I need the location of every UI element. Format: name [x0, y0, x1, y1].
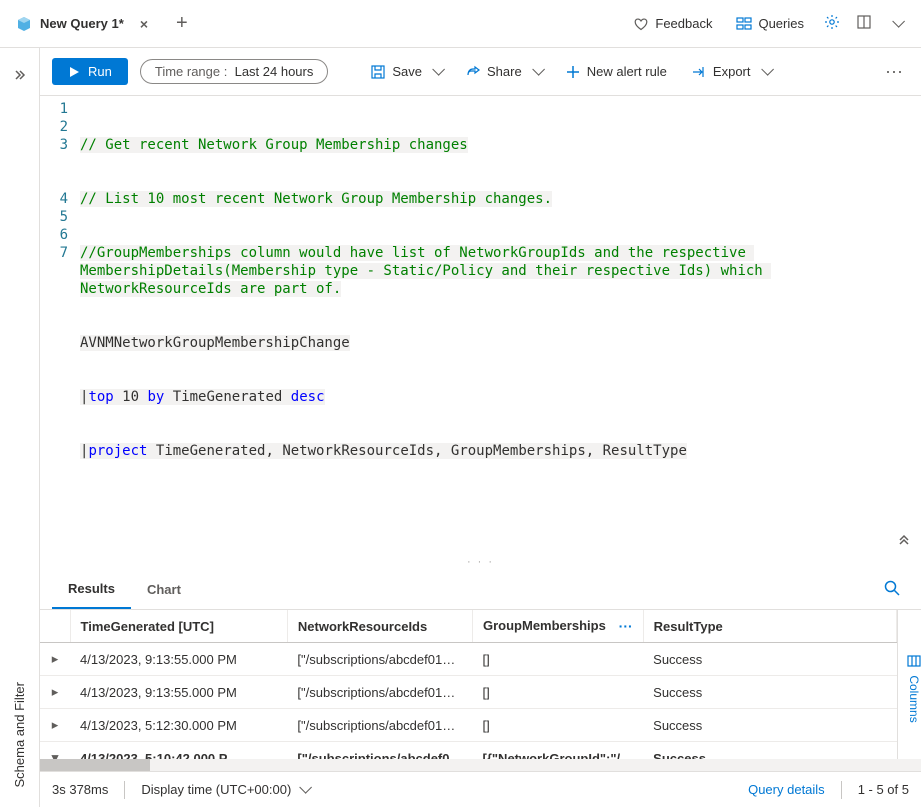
table-row[interactable]: ▾ 4/13/2023, 5:10:42.000 P… ["/subscript…	[40, 742, 897, 760]
more-button[interactable]: ···	[879, 61, 909, 82]
gear-icon	[824, 14, 840, 30]
expand-sidebar-button[interactable]	[13, 68, 27, 85]
col-networkresourceids[interactable]: NetworkResourceIds	[287, 610, 472, 643]
share-button[interactable]: Share	[459, 64, 547, 80]
close-tab-icon[interactable]: ×	[140, 16, 148, 32]
scrollbar-thumb[interactable]	[40, 759, 150, 771]
chevron-right-double-icon	[13, 68, 27, 82]
play-icon	[68, 66, 80, 78]
panel-dropdown[interactable]	[880, 16, 909, 31]
table-row[interactable]: ▸ 4/13/2023, 9:13:55.000 PM ["/subscript…	[40, 643, 897, 676]
time-range-picker[interactable]: Time range : Last 24 hours	[140, 59, 329, 84]
expand-row-button[interactable]: ▸	[40, 676, 70, 709]
search-button[interactable]	[875, 579, 909, 600]
heart-icon	[633, 16, 649, 32]
results-tab[interactable]: Results	[52, 570, 131, 609]
panel-icon	[856, 14, 872, 30]
chevron-up-double-icon	[897, 531, 911, 545]
search-icon	[883, 579, 901, 597]
code-area[interactable]: // Get recent Network Group Membership c…	[80, 100, 921, 550]
col-groupmemberships[interactable]: GroupMemberships···	[473, 610, 644, 643]
expand-row-button[interactable]: ▸	[40, 709, 70, 742]
column-more-icon[interactable]: ···	[619, 618, 633, 634]
results-grid[interactable]: TimeGenerated [UTC] NetworkResourceIds G…	[40, 610, 897, 759]
save-icon	[370, 64, 386, 80]
export-icon	[691, 64, 707, 80]
chart-tab[interactable]: Chart	[131, 570, 197, 609]
elapsed-time: 3s 378ms	[52, 782, 108, 797]
pager-label: 1 - 5 of 5	[858, 782, 909, 797]
save-button[interactable]: Save	[364, 64, 447, 80]
resize-handle[interactable]: · · ·	[40, 554, 921, 570]
cube-icon	[16, 16, 32, 32]
share-icon	[465, 64, 481, 80]
col-resulttype[interactable]: ResultType	[643, 610, 896, 643]
horizontal-scrollbar[interactable]	[40, 759, 921, 771]
expand-row-button[interactable]: ▾	[40, 742, 70, 760]
columns-panel-button[interactable]: Columns	[897, 610, 921, 759]
sidebar-label[interactable]: Schema and Filter	[12, 682, 27, 788]
run-button[interactable]: Run	[52, 58, 128, 85]
display-time-dropdown[interactable]: Display time (UTC+00:00)	[141, 782, 308, 797]
plus-icon	[565, 64, 581, 80]
new-tab-button[interactable]: +	[164, 12, 200, 35]
query-tab[interactable]: New Query 1* ×	[0, 0, 164, 47]
collapse-editor-button[interactable]	[897, 531, 911, 550]
panel-button[interactable]	[848, 14, 880, 33]
expand-header	[40, 610, 70, 643]
queries-icon	[736, 16, 752, 32]
columns-icon	[907, 654, 921, 668]
feedback-button[interactable]: Feedback	[621, 16, 724, 32]
col-timegenerated[interactable]: TimeGenerated [UTC]	[70, 610, 287, 643]
tab-title: New Query 1*	[40, 16, 124, 31]
expand-row-button[interactable]: ▸	[40, 643, 70, 676]
new-alert-button[interactable]: New alert rule	[559, 64, 673, 80]
queries-button[interactable]: Queries	[724, 16, 816, 32]
line-gutter: 123 4567	[40, 100, 80, 550]
table-row[interactable]: ▸ 4/13/2023, 9:13:55.000 PM ["/subscript…	[40, 676, 897, 709]
export-button[interactable]: Export	[685, 64, 776, 80]
table-row[interactable]: ▸ 4/13/2023, 5:12:30.000 PM ["/subscript…	[40, 709, 897, 742]
query-editor[interactable]: 123 4567 // Get recent Network Group Mem…	[40, 96, 921, 554]
query-details-link[interactable]: Query details	[748, 782, 825, 797]
settings-button[interactable]	[816, 14, 848, 33]
